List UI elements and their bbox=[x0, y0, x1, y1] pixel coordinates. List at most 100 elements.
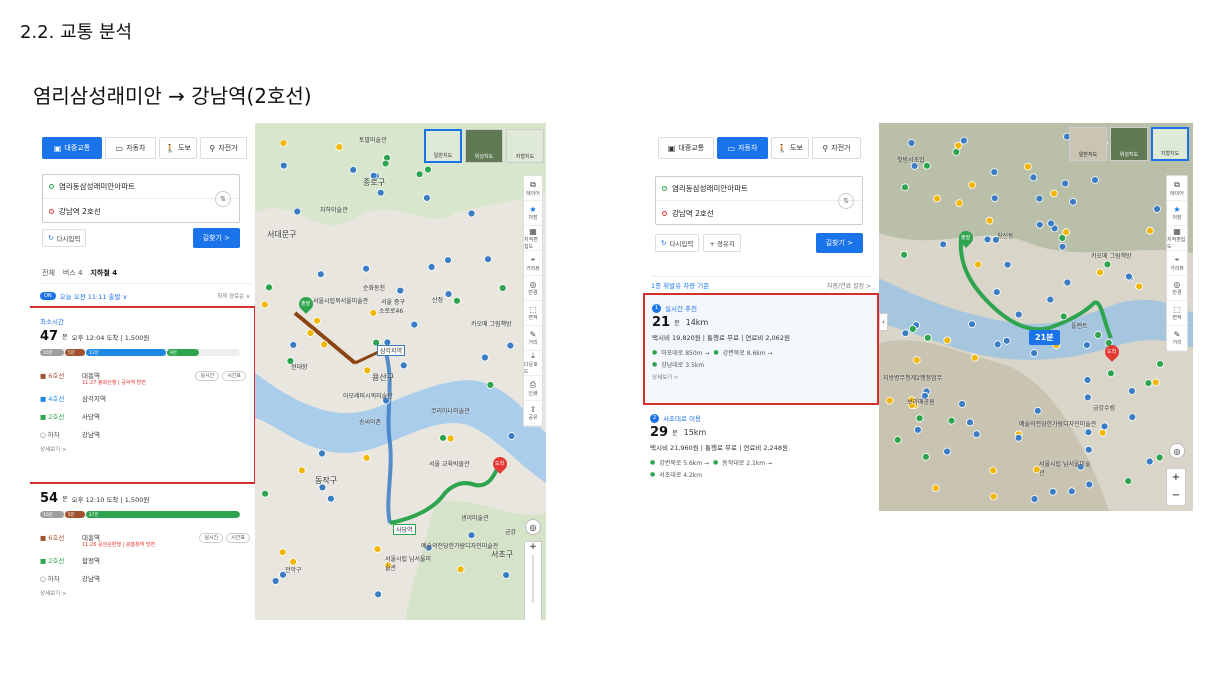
poi-marker-icon[interactable] bbox=[1151, 378, 1160, 387]
poi-marker-icon[interactable] bbox=[265, 283, 273, 292]
poi-marker-icon[interactable] bbox=[1124, 272, 1133, 281]
poi-marker-icon[interactable] bbox=[1085, 480, 1094, 489]
poi-marker-icon[interactable] bbox=[1050, 189, 1058, 198]
poi-marker-icon[interactable] bbox=[1063, 278, 1072, 287]
poi-marker-icon[interactable] bbox=[1030, 495, 1039, 503]
poi-marker-icon[interactable] bbox=[1062, 228, 1071, 237]
map-type-satellite[interactable]: 위성지도 bbox=[1110, 127, 1148, 161]
poi-marker-icon[interactable] bbox=[960, 136, 968, 145]
realtime-button[interactable]: 실시간 bbox=[199, 533, 224, 543]
poi-marker-icon[interactable] bbox=[1083, 375, 1092, 384]
zoom-in-button[interactable]: + bbox=[525, 542, 541, 552]
swap-icon[interactable]: ⇅ bbox=[215, 191, 231, 207]
map-tool-button[interactable]: ★ 저장 bbox=[524, 201, 542, 226]
poi-marker-icon[interactable] bbox=[362, 264, 370, 273]
poi-marker-icon[interactable] bbox=[484, 255, 492, 264]
poi-marker-icon[interactable] bbox=[1094, 331, 1103, 339]
mode-car-button[interactable]: ▭ 자동차 bbox=[105, 137, 156, 159]
poi-marker-icon[interactable] bbox=[900, 250, 909, 259]
map-tool-button[interactable]: ◎ 반경 bbox=[1167, 276, 1187, 301]
recommended-route-card[interactable]: 1 실시간 추천 21 분 14km 택시비 19,820원 | 통행료 무료 | 연… bbox=[643, 293, 879, 405]
tab-all[interactable]: 전체 bbox=[42, 268, 55, 278]
poi-marker-icon[interactable] bbox=[444, 290, 453, 299]
map-tool-button[interactable]: ⤓ 다운로드 bbox=[524, 351, 542, 376]
poi-marker-icon[interactable] bbox=[983, 235, 992, 244]
poi-marker-icon[interactable] bbox=[952, 148, 961, 156]
poi-marker-icon[interactable] bbox=[1144, 379, 1153, 388]
poi-marker-icon[interactable] bbox=[1047, 219, 1056, 228]
destination-field[interactable]: 강남역 2호선 bbox=[656, 201, 862, 225]
reset-button[interactable]: ↻ 다시입력 bbox=[655, 234, 700, 252]
map-type-satellite[interactable]: 위성지도 bbox=[465, 129, 503, 163]
poi-marker-icon[interactable] bbox=[289, 340, 298, 349]
poi-marker-icon[interactable] bbox=[1023, 162, 1032, 171]
map-tool-button[interactable]: ★ 저장 bbox=[1167, 201, 1187, 226]
poi-marker-icon[interactable] bbox=[912, 356, 921, 365]
poi-marker-icon[interactable] bbox=[415, 170, 424, 179]
poi-marker-icon[interactable] bbox=[453, 296, 461, 305]
map-tool-button[interactable]: ⧉ 레이어 bbox=[1167, 176, 1187, 201]
poi-marker-icon[interactable] bbox=[907, 139, 916, 147]
locate-icon[interactable]: ◎ bbox=[1169, 443, 1185, 459]
poi-marker-icon[interactable] bbox=[278, 548, 287, 557]
poi-marker-icon[interactable] bbox=[1096, 268, 1104, 277]
poi-marker-icon[interactable] bbox=[1083, 393, 1092, 402]
poi-marker-icon[interactable] bbox=[989, 492, 998, 501]
poi-marker-icon[interactable] bbox=[1035, 220, 1044, 229]
realtime-button[interactable]: 실시간 bbox=[195, 371, 220, 381]
poi-marker-icon[interactable] bbox=[943, 447, 951, 456]
zoom-out-button[interactable]: − bbox=[1167, 487, 1185, 505]
second-route-card[interactable]: 54 분 오후 12:10 도착 | 1,500원 10분 5분 37분 ■ 6호선 대… bbox=[40, 491, 250, 597]
map-tool-button[interactable]: ▦ 지적편집도 bbox=[1167, 226, 1187, 251]
poi-marker-icon[interactable] bbox=[1029, 173, 1038, 182]
poi-marker-icon[interactable] bbox=[901, 183, 909, 192]
left-map[interactable]: 일반지도 위성지도 지형지도 ⧉ 레이어 ★ 저장 ▦ 지적편집도 ⌖ 거리뷰 ◎ 반경 ⬚ 면적 ✎ 거… bbox=[255, 123, 546, 620]
map-tool-button[interactable]: ⬚ 면적 bbox=[524, 301, 542, 326]
map-tool-button[interactable]: ✎ 거리 bbox=[1167, 326, 1187, 351]
poi-marker-icon[interactable] bbox=[381, 159, 390, 168]
map-tool-button[interactable]: ⇪ 공유 bbox=[524, 401, 542, 426]
poi-marker-icon[interactable] bbox=[1014, 310, 1023, 319]
poi-marker-icon[interactable] bbox=[1082, 341, 1091, 350]
poi-marker-icon[interactable] bbox=[1014, 433, 1023, 442]
poi-marker-icon[interactable] bbox=[1030, 349, 1039, 358]
poi-marker-icon[interactable] bbox=[947, 416, 956, 425]
poi-marker-icon[interactable] bbox=[279, 139, 288, 147]
map-tool-button[interactable]: ▦ 지적편집도 bbox=[524, 226, 542, 251]
poi-marker-icon[interactable] bbox=[1091, 176, 1099, 184]
realtime-button[interactable]: 시간표 bbox=[222, 371, 246, 381]
poi-marker-icon[interactable] bbox=[446, 434, 455, 443]
fastest-route-card[interactable]: 최소시간 47 분 오후 12:04 도착 | 1,500원 10분 5분 12분 9분… bbox=[30, 306, 255, 484]
poi-marker-icon[interactable] bbox=[955, 199, 964, 207]
poi-marker-icon[interactable] bbox=[1069, 197, 1077, 206]
map-tool-button[interactable]: ✎ 거리 bbox=[524, 326, 542, 351]
poi-marker-icon[interactable] bbox=[943, 336, 952, 345]
detail-link[interactable]: 상세보기 > bbox=[40, 589, 250, 597]
poi-marker-icon[interactable] bbox=[373, 545, 382, 554]
poi-marker-icon[interactable] bbox=[427, 263, 436, 271]
poi-marker-icon[interactable] bbox=[507, 432, 516, 440]
poi-marker-icon[interactable] bbox=[1145, 457, 1154, 466]
mode-car-button[interactable]: ▭ 자동차 bbox=[717, 137, 768, 159]
poi-marker-icon[interactable] bbox=[486, 380, 495, 389]
poi-marker-icon[interactable] bbox=[293, 207, 302, 216]
poi-marker-icon[interactable] bbox=[923, 333, 932, 342]
poi-marker-icon[interactable] bbox=[335, 143, 344, 152]
map-tool-button[interactable]: ⌖ 거리뷰 bbox=[524, 251, 542, 276]
poi-marker-icon[interactable] bbox=[939, 240, 948, 249]
poi-marker-icon[interactable] bbox=[327, 494, 335, 503]
poi-marker-icon[interactable] bbox=[506, 341, 515, 350]
poi-marker-icon[interactable] bbox=[1048, 487, 1057, 496]
poi-marker-icon[interactable] bbox=[480, 353, 489, 362]
poi-marker-icon[interactable] bbox=[1035, 194, 1044, 203]
map-tool-button[interactable]: ⧉ 레이어 bbox=[524, 176, 542, 201]
swap-icon[interactable]: ⇅ bbox=[838, 193, 854, 209]
poi-marker-icon[interactable] bbox=[1067, 487, 1076, 496]
poi-marker-icon[interactable] bbox=[279, 161, 288, 170]
origin-field[interactable]: 염리동삼성래미안아파트 bbox=[656, 177, 862, 201]
poi-marker-icon[interactable] bbox=[439, 433, 447, 442]
detail-link[interactable]: 상세보기 > bbox=[40, 445, 246, 453]
poi-marker-icon[interactable] bbox=[1153, 205, 1162, 213]
depart-toggle[interactable]: ON bbox=[40, 292, 56, 300]
poi-marker-icon[interactable] bbox=[1124, 477, 1133, 486]
